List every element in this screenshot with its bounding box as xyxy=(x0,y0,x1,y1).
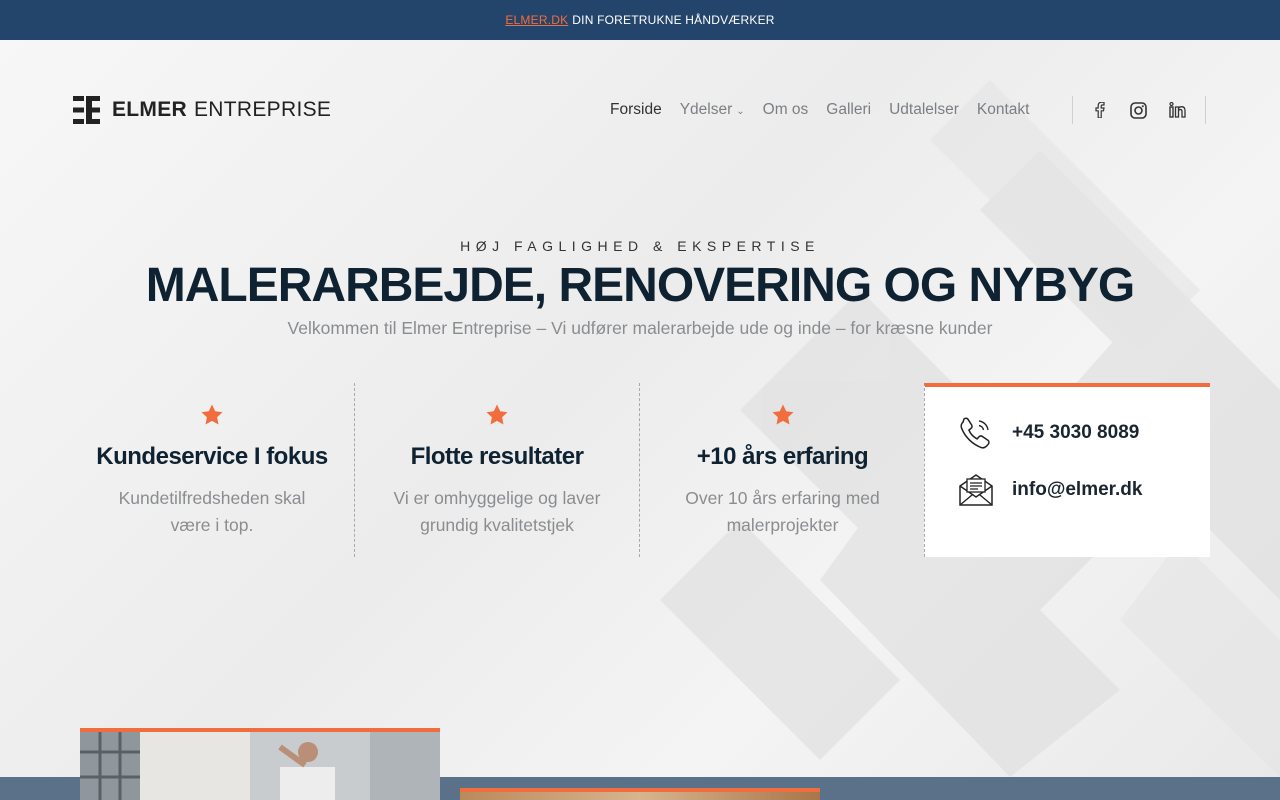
feature-title: Kundeservice I fokus xyxy=(96,443,328,470)
contact-email-address: info@elmer.dk xyxy=(1012,479,1143,500)
nav-item-ydelser-label: Ydelser xyxy=(679,101,733,118)
contact-card: +45 3030 8089 info@elmer.dk xyxy=(924,383,1210,557)
feature-text: Over 10 års erfaring med malerprojekter xyxy=(685,488,880,535)
facebook-icon[interactable] xyxy=(1089,99,1111,121)
nav-item-forside[interactable]: Forside xyxy=(610,101,662,119)
linkedin-icon[interactable] xyxy=(1167,99,1189,121)
announcement-text: DIN FORETRUKNE HÅNDVÆRKER xyxy=(572,13,775,27)
elmer-logo-icon xyxy=(73,96,100,124)
site-header: ELMER ENTREPRISE Forside Ydelser ⌄ Om os… xyxy=(0,40,1280,180)
instagram-icon[interactable] xyxy=(1128,99,1150,121)
feature-item-erfaring: +10 års erfaring Over 10 års erfaring me… xyxy=(640,383,925,557)
mail-icon xyxy=(959,474,993,506)
phone-icon xyxy=(960,417,990,449)
nav-item-om-os[interactable]: Om os xyxy=(763,101,809,119)
feature-title: Flotte resultater xyxy=(410,443,584,470)
logo-text-light: ENTREPRISE xyxy=(194,98,332,121)
top-announcement-bar: ELMER.DK DIN FORETRUKNE HÅNDVÆRKER xyxy=(0,0,1280,40)
hero-title: MALERARBEJDE, RENOVERING OG NYBYG xyxy=(145,259,1135,312)
star-icon xyxy=(201,404,223,425)
main-navigation: Forside Ydelser ⌄ Om os Galleri Udtalels… xyxy=(610,98,1047,122)
feature-text: Kundetilfredsheden skal være i top. xyxy=(118,488,306,535)
nav-item-ydelser[interactable]: Ydelser ⌄ xyxy=(680,101,745,119)
site-logo[interactable]: ELMER ENTREPRISE xyxy=(73,95,331,125)
nav-item-kontakt[interactable]: Kontakt xyxy=(977,101,1030,119)
chevron-down-icon: ⌄ xyxy=(736,105,745,117)
feature-title: +10 års erfaring xyxy=(696,443,869,470)
gallery-image-painter[interactable] xyxy=(80,728,440,800)
hero-subtitle: Velkommen til Elmer Entreprise – Vi udfø… xyxy=(287,318,993,338)
star-icon xyxy=(486,404,508,425)
nav-item-galleri[interactable]: Galleri xyxy=(826,101,871,119)
nav-item-udtalelser[interactable]: Udtalelser xyxy=(889,101,959,119)
social-links xyxy=(1072,96,1206,124)
hero-eyebrow: HØJ FAGLIGHED & EKSPERTISE xyxy=(460,238,820,254)
contact-phone-number: +45 3030 8089 xyxy=(1012,422,1140,443)
feature-item-kundeservice: Kundeservice I fokus Kundetilfredsheden … xyxy=(70,383,355,557)
elmer-dk-link[interactable]: ELMER.DK xyxy=(505,13,568,27)
painter-photo-illustration xyxy=(80,732,440,800)
contact-phone[interactable]: +45 3030 8089 xyxy=(958,415,1139,451)
contact-email[interactable]: info@elmer.dk xyxy=(958,472,1142,508)
star-icon xyxy=(772,404,793,425)
gallery-image-second[interactable] xyxy=(460,788,820,800)
feature-list: Kundeservice I fokus Kundetilfredsheden … xyxy=(70,383,925,557)
logo-text-bold: ELMER xyxy=(112,98,187,121)
feature-item-resultater: Flotte resultater Vi er omhyggelige og l… xyxy=(355,383,640,557)
feature-text: Vi er omhyggelige og laver grundig kvali… xyxy=(393,488,601,535)
